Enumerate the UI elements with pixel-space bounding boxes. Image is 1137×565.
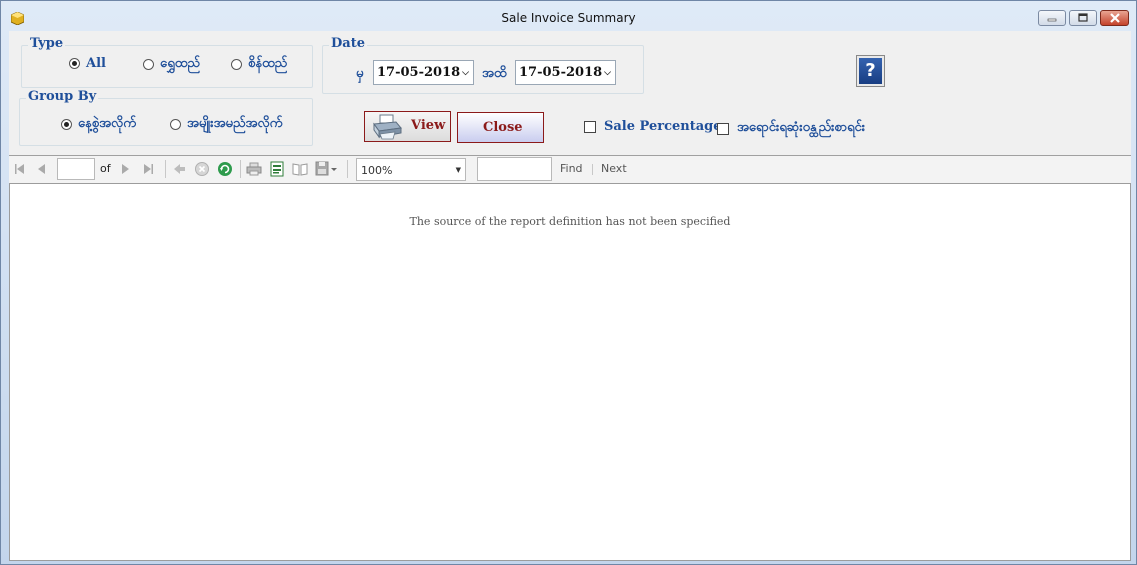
view-button[interactable]: View [364,111,451,142]
stop-icon[interactable] [194,161,210,177]
sale-percentage-checkbox[interactable]: Sale Percentage [584,119,722,134]
chevron-down-icon: ▼ [455,166,461,174]
radio-label: All [86,56,106,71]
back-icon[interactable] [171,161,187,177]
toolbar-separator [347,160,348,178]
radio-indicator [69,58,80,69]
close-icon [1109,13,1120,23]
report-toolbar: of 100% ▼ Find Next [9,155,1131,184]
last-page-icon[interactable] [140,161,156,177]
type-diamond-radio[interactable]: စိန်ထည် [231,55,287,74]
checkbox-box [717,122,729,135]
type-all-radio[interactable]: All [69,56,106,71]
radio-indicator [231,59,242,70]
close-button-label: Close [483,120,523,135]
date-to-picker[interactable]: 17-05-2018 ⌵ [515,60,616,85]
zoom-value: 100% [361,164,393,177]
best-selling-checkbox[interactable]: အရောင်းရဆုံးဝန္ထည်းစာရင်း [717,119,865,138]
radio-indicator [170,119,181,130]
close-button[interactable]: Close [457,112,544,143]
date-to-label: အထိ [482,66,507,81]
date-legend: Date [329,36,367,51]
maximize-button[interactable] [1069,10,1097,26]
close-window-button[interactable] [1100,10,1129,26]
printer-icon [371,114,403,144]
previous-page-icon[interactable] [34,161,50,177]
form-client-area: Type All ရွှေထည် စိန်ထည် Date မှ 17-05-2… [9,31,1131,561]
group-by-legend: Group By [26,89,99,104]
title-bar[interactable]: Sale Invoice Summary [1,1,1136,31]
report-message: The source of the report definition has … [409,215,731,228]
page-number-input[interactable] [57,158,95,180]
refresh-icon[interactable] [217,161,233,177]
first-page-icon[interactable] [12,161,28,177]
zoom-select[interactable]: 100% ▼ [356,158,466,181]
window-title: Sale Invoice Summary [501,11,636,25]
type-legend: Type [28,36,66,51]
next-link[interactable]: Next [601,162,627,175]
radio-indicator [143,59,154,70]
type-gold-radio[interactable]: ရွှေထည် [143,55,200,74]
view-button-label: View [411,118,446,133]
find-input[interactable] [477,157,552,181]
chevron-down-icon: ⌵ [604,68,611,78]
print-layout-icon[interactable] [269,161,285,177]
toolbar-separator [165,160,166,178]
radio-label: နေ့စွဲအလိုက် [78,116,136,131]
print-icon[interactable] [246,161,262,177]
report-viewer[interactable]: The source of the report definition has … [9,183,1131,561]
minimize-icon [1047,18,1057,22]
radio-indicator [61,119,72,130]
radio-label: စိန်ထည် [248,56,288,71]
checkbox-label: Sale Percentage [604,119,722,134]
date-to-value: 17-05-2018 [519,65,603,80]
help-button[interactable]: ? [856,55,885,87]
date-from-label: မှ [356,66,364,81]
toolbar-separator [240,160,241,178]
radio-label: ရွှေထည် [160,56,200,71]
checkbox-box [584,120,596,133]
page-of-label: of [100,162,111,175]
chevron-down-icon: ⌵ [462,68,469,78]
minimize-button[interactable] [1038,10,1066,26]
radio-label: အမျိုးအမည်အလိုက် [187,116,283,131]
group-by-date-radio[interactable]: နေ့စွဲအလိုက် [61,115,136,134]
page-setup-icon[interactable] [292,161,308,177]
next-page-icon[interactable] [117,161,133,177]
checkbox-label: အရောင်းရဆုံးဝန္ထည်းစာရင်း [737,120,866,135]
toolbar-separator [592,164,593,175]
date-from-value: 17-05-2018 [377,65,461,80]
help-icon: ? [859,58,882,84]
group-by-item-radio[interactable]: အမျိုးအမည်အလိုက် [170,115,282,134]
export-icon[interactable] [315,161,339,177]
application-window: Sale Invoice Summary Type All ရွှေထည် စိ… [0,0,1137,565]
date-from-picker[interactable]: 17-05-2018 ⌵ [373,60,474,85]
maximize-icon [1078,13,1088,22]
find-link[interactable]: Find [560,162,583,175]
